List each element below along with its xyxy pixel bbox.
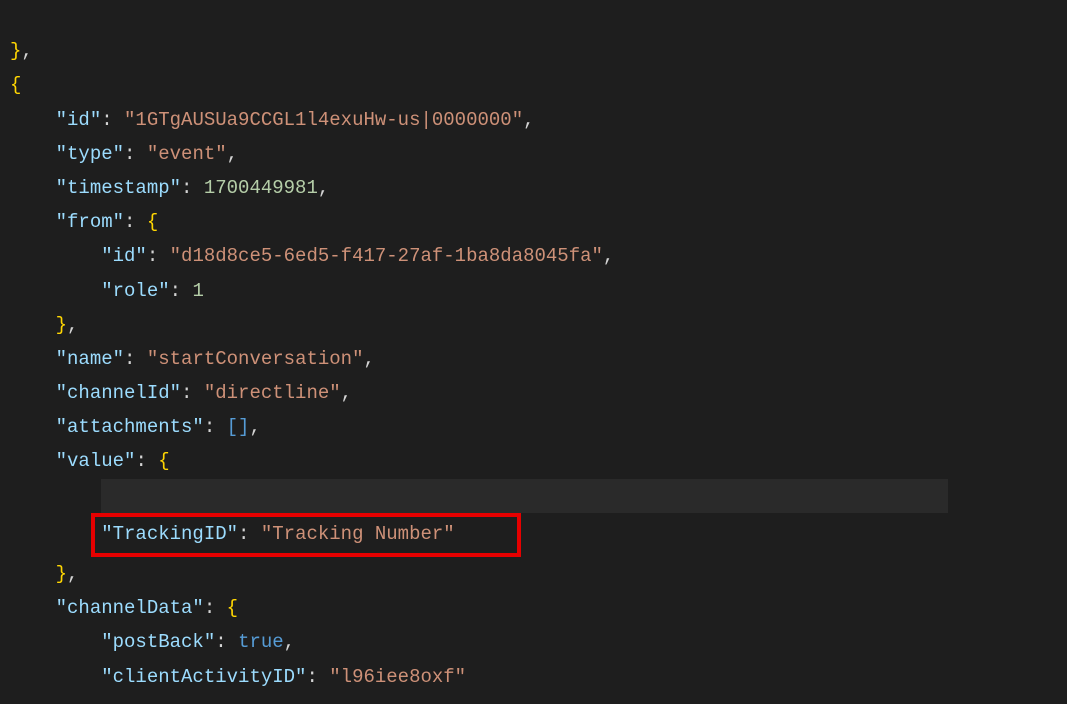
json-val-clientactivityid: "l96iee8oxf" xyxy=(329,666,466,688)
json-key-channelid: "channelId" xyxy=(56,382,181,404)
json-key-postback: "postBack" xyxy=(101,631,215,653)
tracking-id-highlight: "TrackingID": "Tracking Number" xyxy=(91,513,520,557)
json-key-id: "id" xyxy=(56,109,102,131)
json-key-clientactivityid: "clientActivityID" xyxy=(101,666,306,688)
json-key-name: "name" xyxy=(56,348,124,370)
json-val-id: "1GTgAUSUa9CCGL1l4exuHw-us|0000000" xyxy=(124,109,523,131)
json-val-postback: true xyxy=(238,631,284,653)
json-val-name: "startConversation" xyxy=(147,348,364,370)
json-key-from: "from" xyxy=(56,211,124,233)
json-key-type: "type" xyxy=(56,143,124,165)
json-val-from-id: "d18d8ce5-6ed5-f417-27af-1ba8da8045fa" xyxy=(170,245,603,267)
json-key-from-role: "role" xyxy=(101,280,169,302)
json-key-value: "value" xyxy=(56,450,136,472)
closing-brace: } xyxy=(10,40,21,62)
selected-empty-line xyxy=(101,479,948,513)
json-val-type: "event" xyxy=(147,143,227,165)
json-val-trackingid: "Tracking Number" xyxy=(261,523,455,545)
json-val-timestamp: 1700449981 xyxy=(204,177,318,199)
opening-brace: { xyxy=(10,74,21,96)
json-key-trackingid: "TrackingID" xyxy=(101,523,238,545)
json-val-from-role: 1 xyxy=(192,280,203,302)
json-code-block: }, { "id": "1GTgAUSUa9CCGL1l4exuHw-us|00… xyxy=(0,0,1067,704)
json-key-timestamp: "timestamp" xyxy=(56,177,181,199)
json-key-from-id: "id" xyxy=(101,245,147,267)
json-key-attachments: "attachments" xyxy=(56,416,204,438)
json-key-channeldata: "channelData" xyxy=(56,597,204,619)
json-val-channelid: "directline" xyxy=(204,382,341,404)
